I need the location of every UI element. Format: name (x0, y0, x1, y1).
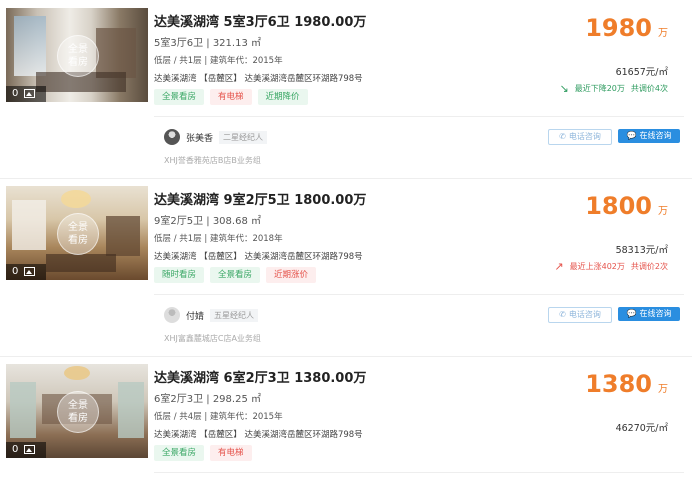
unit-price: 61657元/㎡ (615, 67, 668, 78)
listing-title[interactable]: 达美溪湖湾 5室3厅6卫 1980.00万 (154, 11, 366, 30)
agent-info[interactable]: 付婧 五星经纪人 (164, 307, 259, 323)
divider (154, 294, 684, 295)
trend-text: 最近上涨402万 (569, 262, 625, 271)
address-district[interactable]: 【岳麓区】 (199, 252, 242, 262)
agent-info[interactable]: 张美香 二星经纪人 (164, 129, 268, 145)
vr-tour-badge[interactable]: 全景 看房 (57, 35, 99, 77)
vr-tour-badge[interactable]: 全景 看房 (57, 213, 99, 255)
listing-spec: 5室3厅6卫 | 321.13 ㎡ (154, 38, 261, 49)
tag-vr: 全景看房 (154, 445, 205, 461)
divider (154, 116, 684, 117)
listing-address: 达美溪湖湾 【岳麓区】 达美溪湖湾岳麓区环湖路798号 (154, 72, 363, 84)
tag-list: 随时看房 全景看房 近期涨价 (154, 267, 317, 283)
phone-icon: ✆ (559, 132, 566, 141)
listing-spec: 9室2厅5卫 | 308.68 ㎡ (154, 216, 261, 227)
tag-price-drop: 近期降价 (257, 89, 308, 105)
listing-meta: 低层 / 共1层 | 建筑年代：2018年 (154, 234, 283, 244)
tag-list: 全景看房 有电梯 (154, 445, 252, 461)
photo-count: 0 (6, 264, 46, 280)
address-estate[interactable]: 达美溪湖湾 (154, 74, 197, 84)
listing-meta: 低层 / 共4层 | 建筑年代：2015年 (154, 412, 283, 422)
listing-title[interactable]: 达美溪湖湾 6室2厅3卫 1380.00万 (154, 367, 366, 386)
price-value: 1980 (585, 14, 652, 42)
tag-elevator: 有电梯 (210, 89, 252, 105)
phone-consult-button[interactable]: ✆ 电话咨询 (548, 129, 612, 145)
unit-price: 58313元/㎡ (615, 245, 668, 256)
agent-title: 二星经纪人 (219, 130, 268, 144)
trend-count: 共调价2次 (630, 262, 668, 271)
chat-icon: 💬 (626, 131, 637, 140)
phone-icon: ✆ (559, 310, 566, 319)
price-trend: ↗ 最近上涨402万 共调价2次 (554, 260, 668, 273)
price-unit: 万 (658, 384, 668, 395)
trend-text: 最近下降20万 (574, 84, 625, 93)
online-consult-button[interactable]: 💬 在线咨询 (618, 129, 680, 143)
vr-tour-badge[interactable]: 全景 看房 (57, 391, 99, 433)
tag-vr: 全景看房 (154, 89, 205, 105)
trend-count: 共调价4次 (630, 84, 668, 93)
price-unit: 万 (658, 206, 668, 217)
photo-count: 0 (6, 86, 46, 102)
total-price: 1980 万 (585, 14, 668, 42)
chat-icon: 💬 (626, 309, 637, 318)
photo-count: 0 (6, 442, 46, 458)
agent-branch: XHJ富鑫麓城店C店A业务组 (164, 334, 261, 343)
tag-vr: 全景看房 (210, 267, 261, 283)
price-value: 1800 (585, 192, 652, 220)
total-price: 1800 万 (585, 192, 668, 220)
listing-photo[interactable]: 全景 看房 0 (6, 364, 148, 458)
address-district[interactable]: 【岳麓区】 (199, 430, 242, 440)
image-icon (24, 267, 35, 276)
address-street: 达美溪湖湾岳麓区环湖路798号 (244, 74, 363, 84)
listing-address: 达美溪湖湾 【岳麓区】 达美溪湖湾岳麓区环湖路798号 (154, 428, 363, 440)
listing-card[interactable]: 全景 看房 0 达美溪湖湾 5室3厅6卫 1980.00万 5室3厅6卫 | 3… (0, 0, 692, 178)
avatar[interactable] (164, 307, 180, 323)
listing-meta: 低层 / 共1层 | 建筑年代：2015年 (154, 56, 283, 66)
tag-price-rise: 近期涨价 (266, 267, 317, 283)
listing-address: 达美溪湖湾 【岳麓区】 达美溪湖湾岳麓区环湖路798号 (154, 250, 363, 262)
divider (154, 472, 684, 473)
listing-card[interactable]: 全景 看房 0 达美溪湖湾 6室2厅3卫 1380.00万 6室2厅3卫 | 2… (0, 356, 692, 478)
total-price: 1380 万 (585, 370, 668, 398)
agent-name[interactable]: 付婧 (186, 309, 204, 322)
agent-branch: XHJ誉香雅苑店B店B业务组 (164, 156, 261, 165)
trend-up-icon: ↗ (554, 260, 564, 273)
address-street: 达美溪湖湾岳麓区环湖路798号 (244, 430, 363, 440)
listing-photo[interactable]: 全景 看房 0 (6, 8, 148, 102)
listing-photo[interactable]: 全景 看房 0 (6, 186, 148, 280)
unit-price: 46270元/㎡ (615, 423, 668, 434)
tag-anytime-viewing: 随时看房 (154, 267, 205, 283)
agent-title: 五星经纪人 (210, 308, 259, 322)
image-icon (24, 445, 35, 454)
price-value: 1380 (585, 370, 652, 398)
tag-elevator: 有电梯 (210, 445, 252, 461)
address-estate[interactable]: 达美溪湖湾 (154, 430, 197, 440)
avatar[interactable] (164, 129, 180, 145)
agent-name[interactable]: 张美香 (186, 131, 213, 144)
address-street: 达美溪湖湾岳麓区环湖路798号 (244, 252, 363, 262)
image-icon (24, 89, 35, 98)
online-consult-button[interactable]: 💬 在线咨询 (618, 307, 680, 321)
address-district[interactable]: 【岳麓区】 (199, 74, 242, 84)
listing-card[interactable]: 全景 看房 0 达美溪湖湾 9室2厅5卫 1800.00万 9室2厅5卫 | 3… (0, 178, 692, 356)
address-estate[interactable]: 达美溪湖湾 (154, 252, 197, 262)
trend-down-icon: ↘ (559, 82, 569, 95)
listing-list: 全景 看房 0 达美溪湖湾 5室3厅6卫 1980.00万 5室3厅6卫 | 3… (0, 0, 692, 478)
price-trend: ↘ 最近下降20万 共调价4次 (560, 82, 669, 95)
listing-spec: 6室2厅3卫 | 298.25 ㎡ (154, 394, 261, 405)
phone-consult-button[interactable]: ✆ 电话咨询 (548, 307, 612, 323)
price-unit: 万 (658, 28, 668, 39)
tag-list: 全景看房 有电梯 近期降价 (154, 89, 308, 105)
listing-title[interactable]: 达美溪湖湾 9室2厅5卫 1800.00万 (154, 189, 366, 208)
